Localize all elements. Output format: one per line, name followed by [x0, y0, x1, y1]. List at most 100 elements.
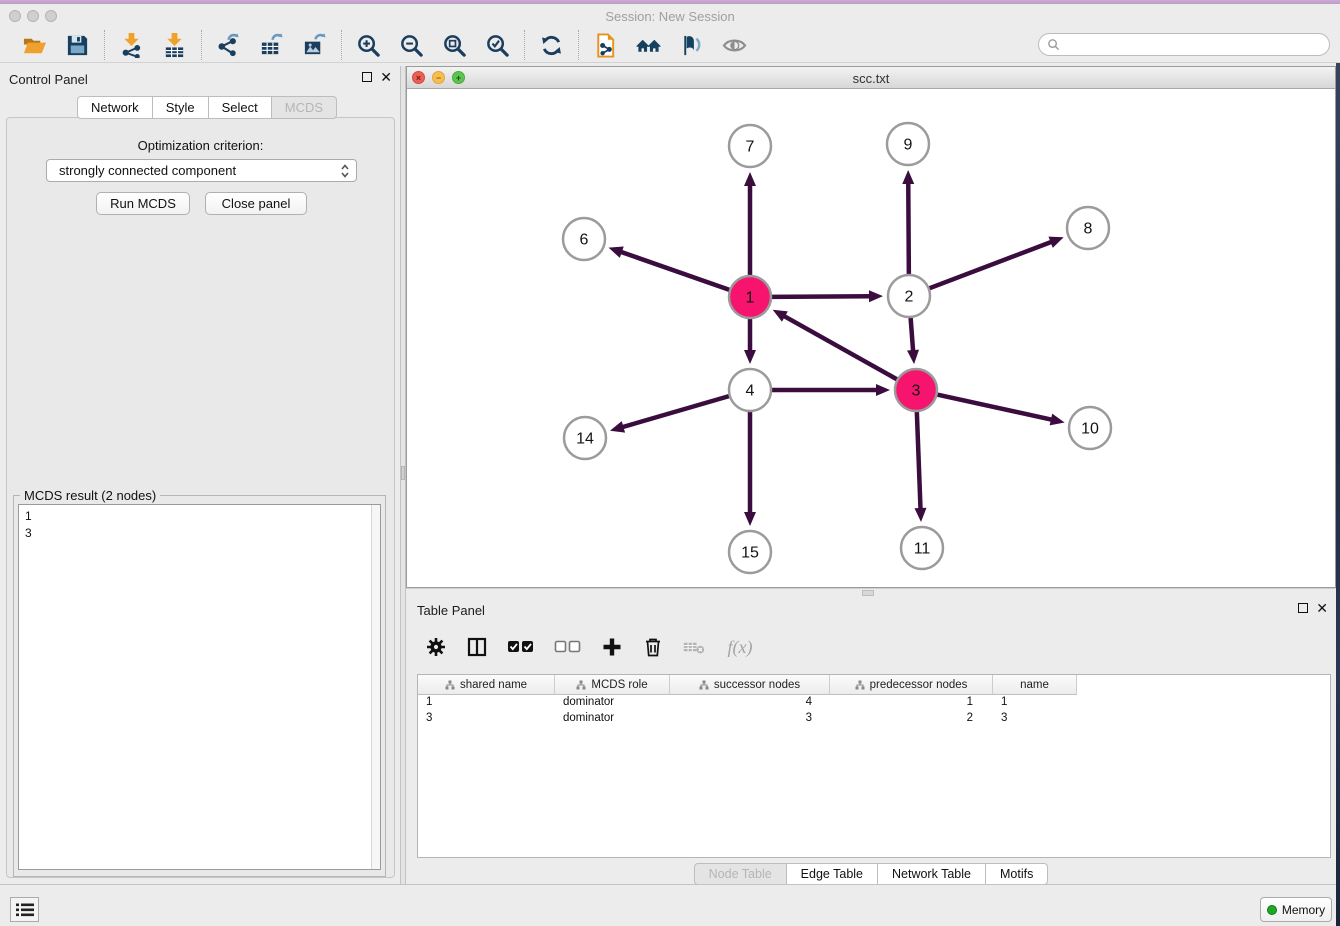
- tree-icon: [855, 680, 865, 690]
- cell-shared-name[interactable]: 3: [418, 711, 555, 727]
- graph-arrowhead-1-7: [744, 172, 756, 186]
- cell-name[interactable]: 3: [993, 711, 1077, 727]
- graph-edge-3-10[interactable]: [937, 394, 1053, 419]
- column-header-predecessor-nodes[interactable]: predecessor nodes: [830, 675, 993, 695]
- table-panel-title: Table Panel: [417, 603, 485, 618]
- search-field[interactable]: [1038, 33, 1330, 56]
- graph-node-label-6: 6: [580, 232, 589, 249]
- export-network-icon[interactable]: [215, 32, 242, 59]
- style-icon[interactable]: [678, 32, 705, 59]
- graph-arrowhead-4-14: [610, 421, 625, 433]
- graph-node-label-7: 7: [746, 139, 755, 156]
- graph-edge-1-6[interactable]: [620, 252, 730, 291]
- desktop-background-edge: [1336, 63, 1340, 926]
- mcds-result-text[interactable]: 1 3: [18, 504, 381, 870]
- delete-row-icon[interactable]: [641, 635, 665, 659]
- graph-node-label-4: 4: [746, 383, 755, 400]
- cell-shared-name[interactable]: 1: [418, 695, 555, 711]
- cell-name[interactable]: 1: [993, 695, 1077, 711]
- function-builder-icon[interactable]: f(x): [723, 635, 757, 659]
- splitter-handle[interactable]: [862, 590, 874, 596]
- tab-select[interactable]: Select: [208, 96, 272, 119]
- graph-edge-2-8[interactable]: [929, 241, 1053, 288]
- zoom-selected-icon[interactable]: [484, 32, 511, 59]
- cell-successor-nodes[interactable]: 3: [670, 711, 830, 727]
- export-image-icon[interactable]: [301, 32, 328, 59]
- select-all-icon[interactable]: [506, 635, 536, 659]
- column-header-name[interactable]: name: [993, 675, 1077, 695]
- cell-predecessor-nodes[interactable]: 1: [830, 695, 993, 711]
- graph-edge-3-11[interactable]: [917, 411, 921, 510]
- graph-node-label-8: 8: [1084, 221, 1093, 238]
- network-canvas[interactable]: 1234678910111415: [407, 89, 1335, 587]
- close-panel-icon[interactable]: ✕: [380, 72, 392, 82]
- criterion-select[interactable]: strongly connected component: [46, 159, 357, 182]
- mcds-result-scrollbar[interactable]: [371, 505, 380, 869]
- zoom-out-icon[interactable]: [398, 32, 425, 59]
- tab-motifs[interactable]: Motifs: [985, 863, 1048, 885]
- graph-node-label-2: 2: [905, 289, 914, 306]
- close-panel-button[interactable]: Close panel: [205, 192, 307, 215]
- splitter-handle[interactable]: [401, 466, 405, 480]
- float-panel-icon[interactable]: [1298, 603, 1308, 613]
- close-panel-icon[interactable]: ✕: [1316, 603, 1328, 613]
- column-header-mcds-role[interactable]: MCDS role: [555, 675, 670, 695]
- home-icon[interactable]: [635, 32, 662, 59]
- show-graphics-details-icon[interactable]: [721, 32, 748, 59]
- column-header-successor-nodes[interactable]: successor nodes: [670, 675, 830, 695]
- memory-button[interactable]: Memory: [1260, 897, 1332, 922]
- tab-network[interactable]: Network: [77, 96, 153, 119]
- new-network-from-selection-icon[interactable]: [592, 32, 619, 59]
- main-titlebar[interactable]: Session: New Session: [0, 4, 1340, 28]
- list-icon: [15, 902, 35, 918]
- save-session-icon[interactable]: [64, 32, 91, 59]
- run-mcds-button[interactable]: Run MCDS: [96, 192, 190, 215]
- tree-icon: [445, 680, 455, 690]
- graph-edge-2-3[interactable]: [911, 317, 914, 352]
- network-view-window: × − + scc.txt 1234678910111415: [406, 66, 1336, 588]
- import-table-icon[interactable]: [161, 32, 188, 59]
- control-panel-header: Control Panel ✕: [0, 66, 400, 92]
- export-table-icon[interactable]: [258, 32, 285, 59]
- cell-predecessor-nodes[interactable]: 2: [830, 711, 993, 727]
- graph-edge-3-1[interactable]: [783, 316, 898, 380]
- open-file-icon[interactable]: [21, 32, 48, 59]
- task-history-button[interactable]: [10, 897, 39, 922]
- table-row[interactable]: 1 dominator 4 1 1: [418, 695, 1330, 711]
- graph-edge-2-9[interactable]: [908, 182, 909, 275]
- add-row-icon[interactable]: [600, 635, 624, 659]
- cell-mcds-role[interactable]: dominator: [555, 695, 670, 711]
- float-panel-icon[interactable]: [362, 72, 372, 82]
- zoom-fit-icon[interactable]: [441, 32, 468, 59]
- search-input[interactable]: [1060, 36, 1329, 54]
- graph-arrowhead-1-6: [609, 247, 624, 258]
- graph-node-label-3: 3: [912, 383, 921, 400]
- table-panel-tabs: Node Table Edge Table Network Table Moti…: [406, 863, 1336, 885]
- network-window-titlebar[interactable]: × − + scc.txt: [407, 67, 1335, 89]
- table-header-row: shared name MCDS role successor nodes pr…: [418, 675, 1330, 695]
- graph-edge-1-2[interactable]: [771, 296, 871, 297]
- column-header-shared-name[interactable]: shared name: [418, 675, 555, 695]
- network-graph[interactable]: 1234678910111415: [407, 89, 1335, 587]
- table-toolbar: f(x): [424, 630, 757, 664]
- deselect-all-icon[interactable]: [553, 635, 583, 659]
- cell-mcds-role[interactable]: dominator: [555, 711, 670, 727]
- mcds-result-line: 3: [25, 525, 380, 542]
- table-row[interactable]: 3 dominator 3 2 3: [418, 711, 1330, 727]
- show-columns-icon[interactable]: [465, 635, 489, 659]
- zoom-in-icon[interactable]: [355, 32, 382, 59]
- import-network-icon[interactable]: [118, 32, 145, 59]
- status-bar: Memory: [0, 884, 1340, 926]
- graph-edge-4-14[interactable]: [621, 396, 729, 428]
- table-options-icon[interactable]: [424, 635, 448, 659]
- tab-mcds[interactable]: MCDS: [271, 96, 337, 119]
- horizontal-splitter[interactable]: [406, 588, 1336, 597]
- cell-successor-nodes[interactable]: 4: [670, 695, 830, 711]
- tab-style[interactable]: Style: [152, 96, 209, 119]
- tab-edge-table[interactable]: Edge Table: [786, 863, 878, 885]
- refresh-icon[interactable]: [538, 32, 565, 59]
- node-table[interactable]: shared name MCDS role successor nodes pr…: [417, 674, 1331, 858]
- tab-network-table[interactable]: Network Table: [877, 863, 986, 885]
- delete-table-icon[interactable]: [682, 635, 706, 659]
- tab-node-table[interactable]: Node Table: [694, 863, 787, 885]
